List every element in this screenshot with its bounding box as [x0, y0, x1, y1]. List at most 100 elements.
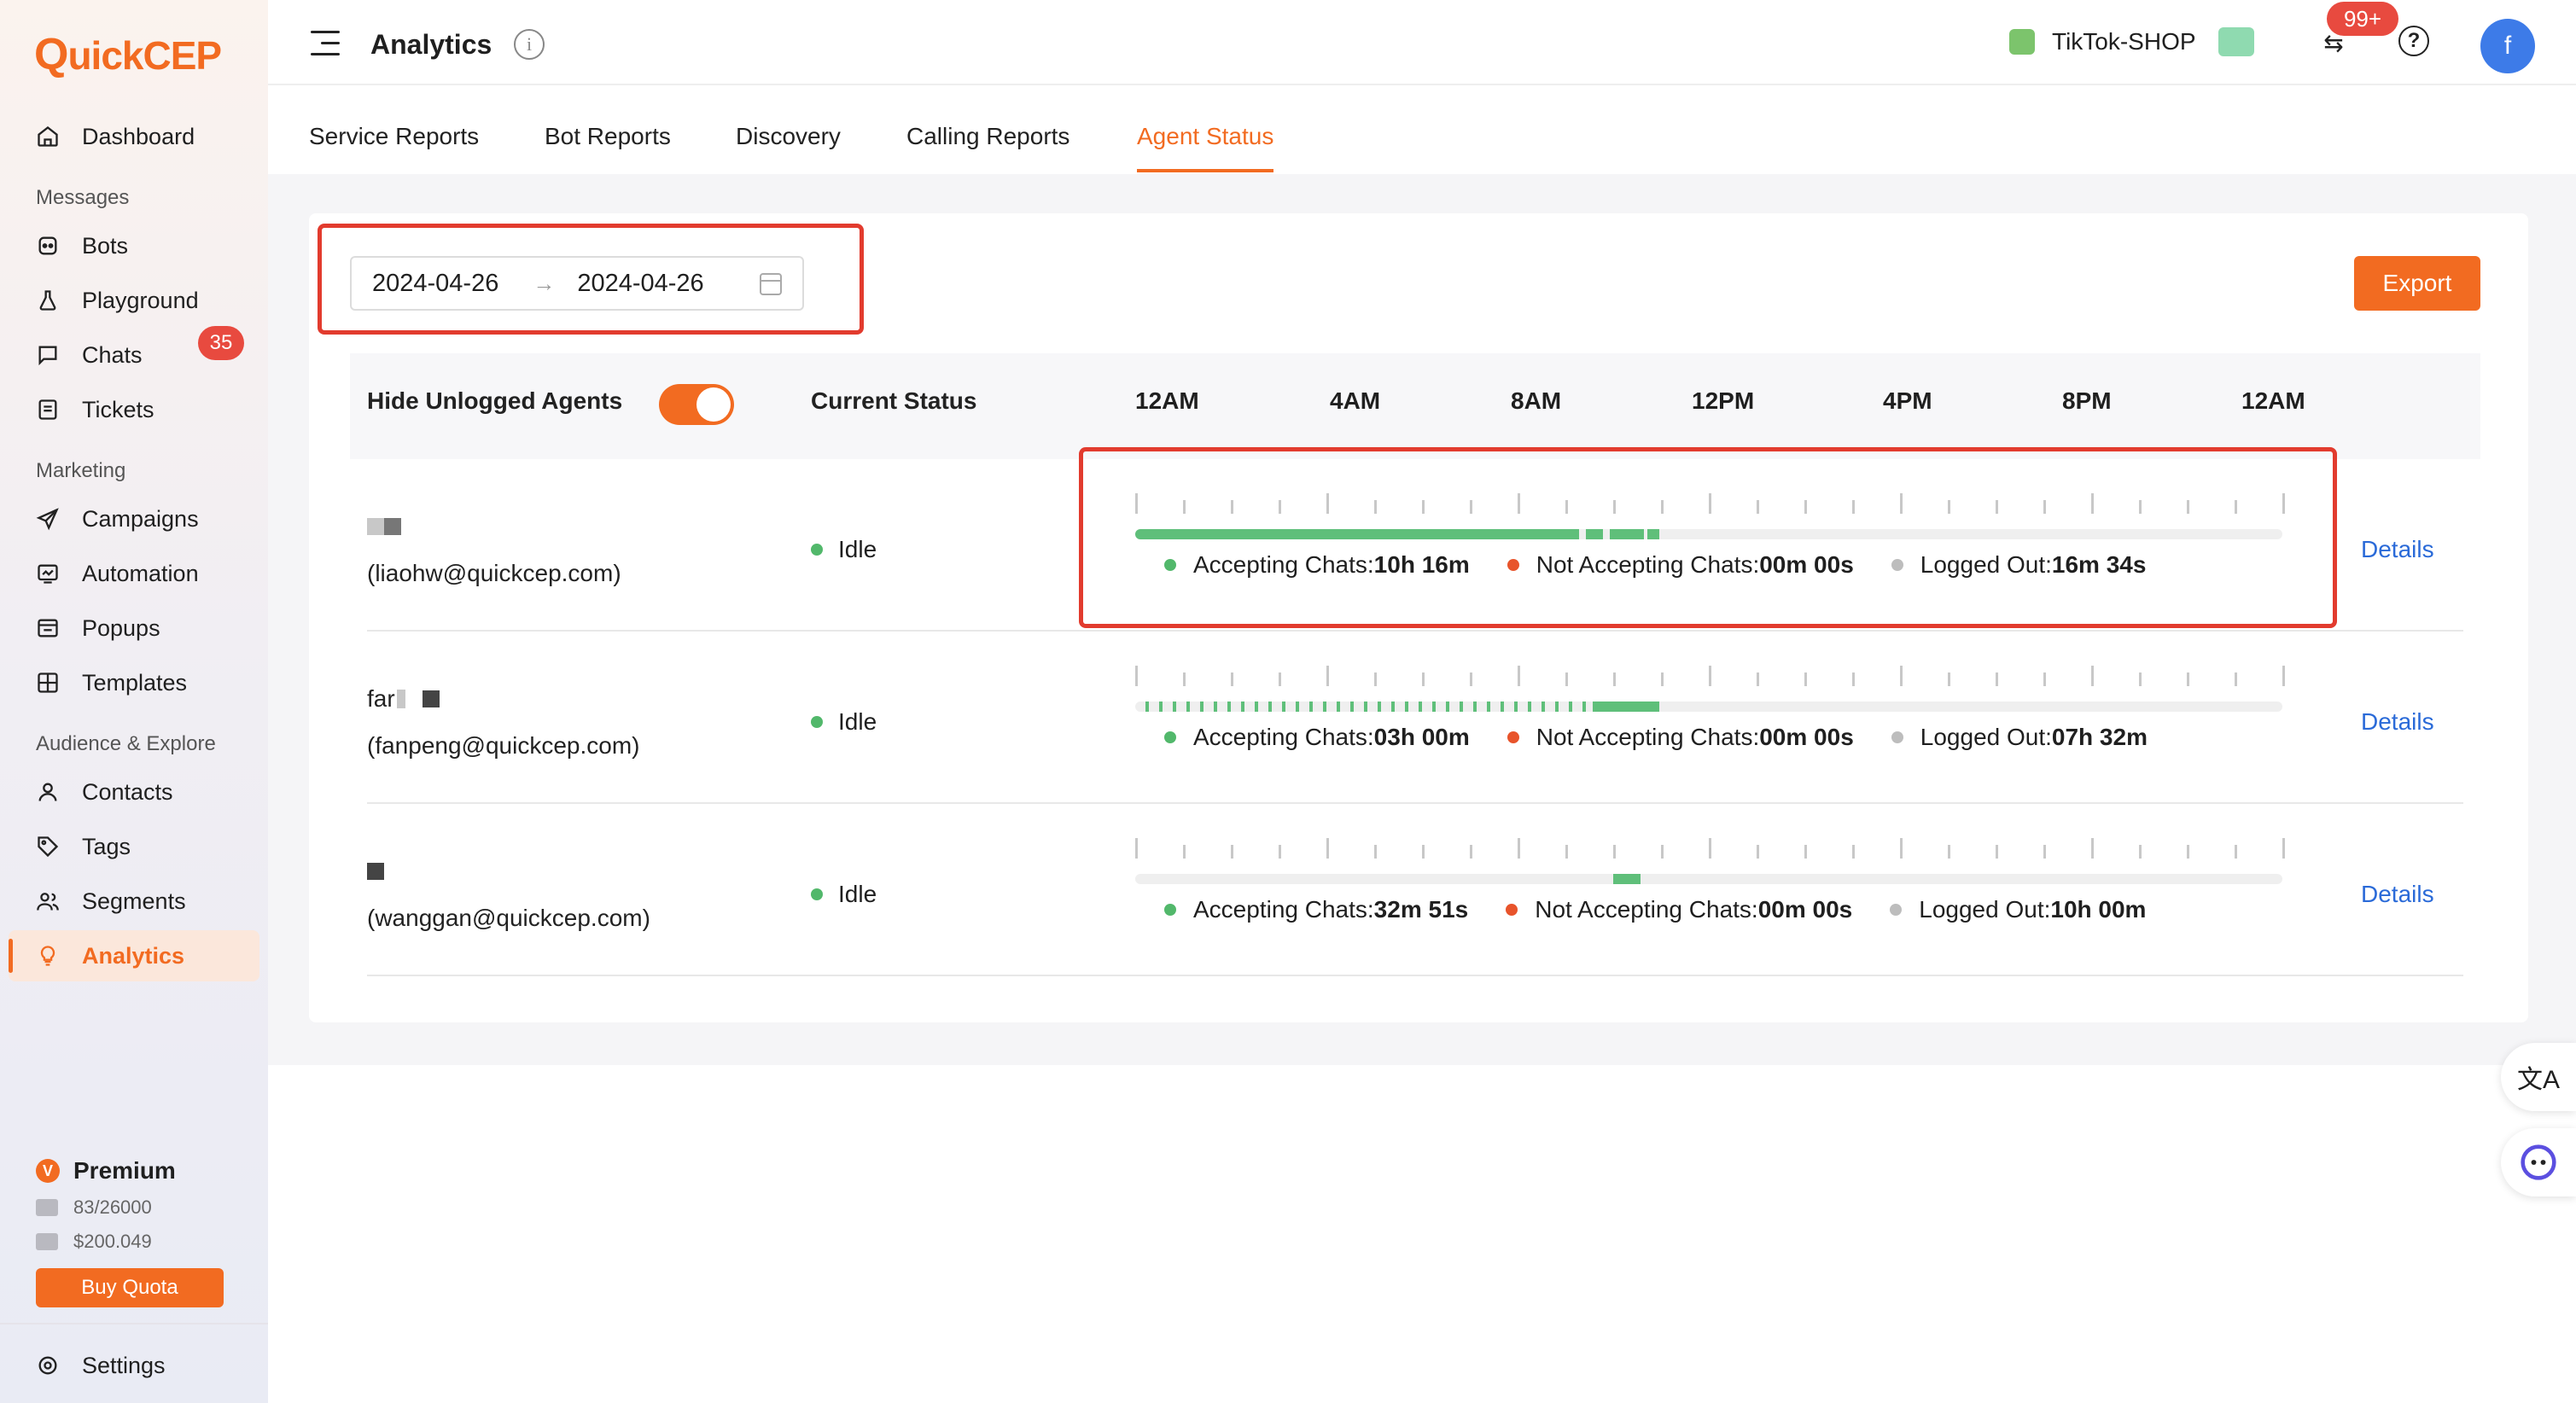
accepting-segment: [1186, 702, 1190, 712]
accepting-segment: [1473, 702, 1477, 712]
bot-icon: [31, 233, 65, 259]
info-icon[interactable]: i: [514, 29, 545, 60]
timeline-tick: [2139, 845, 2142, 859]
translate-icon[interactable]: 文A: [2501, 1043, 2576, 1111]
sidebar-item-analytics[interactable]: Analytics: [9, 930, 259, 981]
shop-selector[interactable]: TikTok-SHOP: [2009, 27, 2254, 56]
time-legend: Accepting Chats: 03h 00m Not Accepting Ch…: [1164, 724, 2185, 751]
activity-bar: [1135, 702, 2282, 712]
wallet-icon: [36, 1233, 58, 1250]
sidebar-item-segments[interactable]: Segments: [9, 876, 259, 927]
accepting-segment: [1460, 702, 1463, 712]
tab-service-reports[interactable]: Service Reports: [309, 123, 479, 169]
accepting-segment: [1613, 874, 1641, 884]
timeline-tick: [2043, 845, 2046, 859]
accepting-segment: [1282, 702, 1285, 712]
timeline-tick: [1948, 845, 1950, 859]
details-link[interactable]: Details: [2361, 881, 2434, 908]
redacted-block: [367, 863, 384, 880]
buy-quota-button[interactable]: Buy Quota: [36, 1268, 224, 1307]
timeline-tick: [1135, 666, 1138, 686]
details-link[interactable]: Details: [2361, 536, 2434, 563]
redacted-block: [367, 518, 384, 535]
sidebar-item-tickets[interactable]: Tickets: [9, 384, 259, 435]
avatar[interactable]: f: [2480, 19, 2535, 73]
sidebar-item-contacts[interactable]: Contacts: [9, 766, 259, 818]
timeline-tick: [1231, 845, 1233, 859]
top-header: Analytics i TikTok-SHOP ⇆ 99+ ? f: [268, 0, 2576, 85]
sidebar-item-popups[interactable]: Popups: [9, 603, 259, 654]
hide-unlogged-toggle[interactable]: [659, 384, 734, 425]
export-button[interactable]: Export: [2354, 256, 2480, 311]
timeline-tick: [1518, 838, 1520, 859]
accepting-segment: [1378, 702, 1381, 712]
automation-icon: [31, 561, 65, 586]
timeline-tick: [1183, 672, 1186, 686]
current-status: Idle: [811, 536, 877, 563]
accepting-segment: [1337, 702, 1340, 712]
help-icon[interactable]: ?: [2398, 26, 2429, 56]
shopify-icon: [2009, 29, 2035, 55]
accepting-dot: [1164, 731, 1176, 743]
timeline-tick: [1565, 672, 1568, 686]
gear-icon: [31, 1353, 65, 1378]
sidebar-item-templates[interactable]: Templates: [9, 657, 259, 708]
quickcep-logo[interactable]: QuickCEP: [34, 29, 222, 80]
timeline-tick: [1470, 845, 1472, 859]
timeline-tick: [1852, 845, 1855, 859]
timeline-tick: [1804, 672, 1807, 686]
sidebar-item-bots[interactable]: Bots: [9, 220, 259, 271]
tab-agent-status[interactable]: Agent Status: [1137, 123, 1274, 172]
accepting-dot: [1164, 904, 1176, 916]
chat-check-icon: [2218, 27, 2254, 56]
details-link[interactable]: Details: [2361, 708, 2434, 736]
sidebar-section-marketing: Marketing: [36, 459, 126, 482]
logged-out-dot: [1890, 904, 1903, 916]
tab-discovery[interactable]: Discovery: [736, 123, 841, 169]
assistant-bot-icon[interactable]: [2501, 1128, 2576, 1196]
accepting-segment: [1309, 702, 1313, 712]
timeline-tick: [1661, 672, 1664, 686]
accepting-segment: [1446, 702, 1449, 712]
redacted-block: [396, 690, 405, 708]
not-accepting-dot: [1506, 904, 1518, 916]
menu-collapse-icon[interactable]: [311, 31, 341, 56]
accepting-segment: [1432, 702, 1436, 712]
accepting-segment: [1528, 702, 1531, 712]
hour-label: 8AM: [1511, 387, 1562, 414]
agent-name: [367, 514, 401, 539]
accepting-segment: [1255, 702, 1258, 712]
sidebar-item-tags[interactable]: Tags: [9, 821, 259, 872]
agent-email: (liaohw@quickcep.com): [367, 560, 621, 586]
sidebar-item-campaigns[interactable]: Campaigns: [9, 493, 259, 544]
accepting-segment: [1514, 702, 1518, 712]
sidebar-item-automation[interactable]: Automation: [9, 548, 259, 599]
accepting-segment: [1487, 702, 1490, 712]
timeline-tick: [1613, 845, 1616, 859]
timeline-tick: [1518, 666, 1520, 686]
tab-calling-reports[interactable]: Calling Reports: [906, 123, 1069, 169]
not-accepting-dot: [1507, 731, 1519, 743]
timeline-tick: [1279, 845, 1281, 859]
current-status-header: Current Status: [811, 387, 977, 414]
agent-email: (wanggan@quickcep.com): [367, 905, 650, 931]
accepting-segment: [1268, 702, 1272, 712]
sidebar-divider: [0, 1323, 268, 1324]
sidebar-item-settings[interactable]: Settings: [9, 1340, 259, 1391]
accepting-segment: [1159, 702, 1163, 712]
sidebar-item-dashboard[interactable]: Dashboard: [9, 111, 259, 162]
accepting-segment: [1173, 702, 1176, 712]
tab-bot-reports[interactable]: Bot Reports: [545, 123, 671, 169]
hour-label: 12PM: [1692, 387, 1755, 414]
hide-unlogged-label: Hide Unlogged Agents: [367, 387, 623, 414]
sidebar-item-playground[interactable]: Playground: [9, 275, 259, 326]
premium-icon: V: [36, 1159, 60, 1183]
accepting-segment: [1501, 702, 1504, 712]
timeline-tick: [2187, 845, 2189, 859]
timeline-tick: [1709, 666, 1711, 686]
sidebar: QuickCEP Dashboard Messages Bots Playgro…: [0, 0, 268, 1403]
hour-label: 12AM: [1135, 387, 1199, 414]
agent-name: far: [367, 685, 440, 712]
accepting-segment: [1391, 702, 1395, 712]
table-row: far (fanpeng@quickcep.com) Idle Acceptin…: [367, 632, 2463, 804]
